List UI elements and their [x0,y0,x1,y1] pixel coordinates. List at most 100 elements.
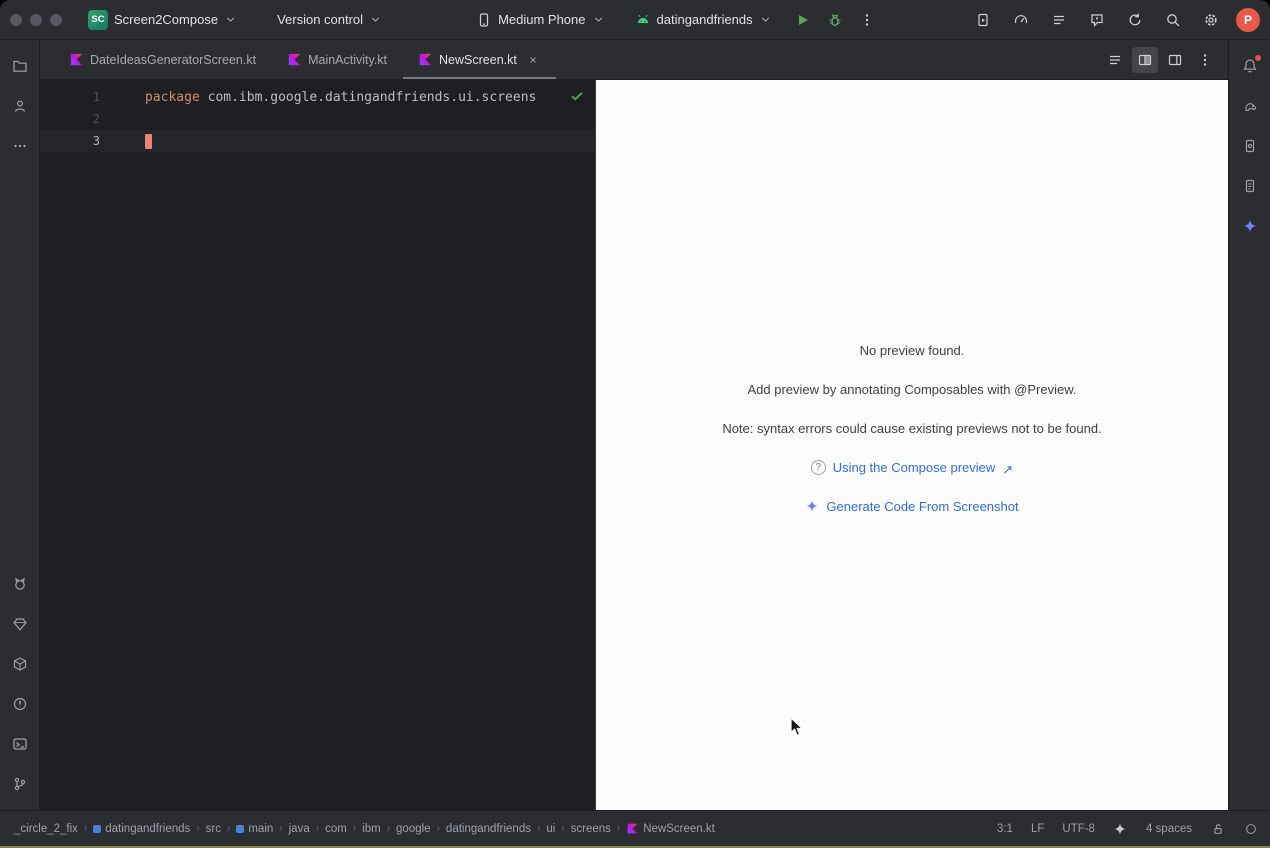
line-number: 1 [40,90,110,104]
app-inspection-tool-button[interactable] [6,610,34,638]
breadcrumb-item[interactable]: datingandfriends [444,821,533,837]
more-run-options-button[interactable] [854,7,880,33]
indent-widget[interactable]: 4 spaces [1146,823,1192,835]
generate-code-row: Generate Code From Screenshot [805,499,1018,514]
split-editor-button[interactable] [1132,47,1158,73]
using-compose-preview-link[interactable]: Using the Compose preview [833,460,996,475]
tabbar-actions [1102,40,1228,79]
editor-layout-button[interactable] [1162,47,1188,73]
notifications-button[interactable] [1236,52,1264,80]
contributors-tool-button[interactable] [6,92,34,120]
window-minimize-button[interactable] [30,14,42,26]
preview-title: No preview found. [860,343,965,358]
search-everywhere-button[interactable] [1160,7,1186,33]
breadcrumb-item[interactable]: src [204,821,223,837]
tab-close-button[interactable] [526,53,540,67]
generate-code-from-screenshot-link[interactable]: Generate Code From Screenshot [826,499,1018,514]
settings-button[interactable] [1198,7,1224,33]
app-inspection-icon [12,616,28,632]
gradle-sync-button[interactable] [1122,7,1148,33]
help-circle-icon: ? [811,460,826,475]
gemini-status-button[interactable] [1113,821,1128,836]
android-studio-window: SC Screen2Compose Version control Medium… [0,0,1270,848]
breadcrumb-item[interactable]: _circle_2_fix [12,821,80,837]
breadcrumb-item[interactable]: java [287,821,312,837]
inspection-check-icon[interactable] [569,88,585,104]
breadcrumb-item[interactable]: ibm [360,821,383,837]
gradle-tool-button[interactable] [1236,92,1264,120]
gradle-sync-icon [1127,12,1143,28]
notifications-bell-icon [1242,58,1258,74]
device-manager-icon [1242,138,1258,154]
breadcrumb-item[interactable]: main [234,821,275,837]
titlebar: SC Screen2Compose Version control Medium… [0,0,1270,40]
tab-dateideasgeneratorscreen[interactable]: DateIdeasGeneratorScreen.kt [54,40,272,79]
run-configuration-selector[interactable]: datingandfriends [627,8,780,32]
breadcrumb-item[interactable]: google [394,821,433,837]
breadcrumb-item-file[interactable]: NewScreen.kt [624,821,717,837]
gradle-icon [1242,98,1258,114]
project-tool-button[interactable] [6,52,34,80]
logcat-cat-icon [12,576,28,592]
code-line-1[interactable]: 1 package com.ibm.google.datingandfriend… [40,86,595,108]
debug-button[interactable] [822,7,848,33]
window-zoom-button[interactable] [50,14,62,26]
caret-position-widget[interactable]: 3:1 [997,823,1013,835]
tab-newscreen[interactable]: NewScreen.kt [403,40,556,79]
build-tool-button[interactable] [6,650,34,678]
device-selector[interactable]: Medium Phone [468,8,612,32]
version-control-tool-button[interactable] [6,770,34,798]
breadcrumb: _circle_2_fix › datingandfriends › src ›… [12,821,717,837]
breadcrumb-item[interactable]: screens [569,821,613,837]
code-line-3[interactable]: 3 [40,130,595,152]
app-quality-insights-button[interactable] [1084,7,1110,33]
compose-preview-panel: No preview found. Add preview by annotat… [596,80,1228,810]
profiler-button[interactable] [1008,7,1034,33]
readonly-toggle[interactable] [1210,821,1225,836]
code-editor[interactable]: 1 package com.ibm.google.datingandfriend… [40,80,596,810]
kebab-menu-icon [859,12,875,28]
contributors-icon [12,98,28,114]
device-explorer-button[interactable] [1236,172,1264,200]
logcat-button[interactable] [1046,7,1072,33]
device-explorer-icon [1242,178,1258,194]
breadcrumb-item[interactable]: datingandfriends [91,821,192,837]
statusbar-widgets: 3:1 LF UTF-8 4 spaces [997,821,1258,836]
code-line-2[interactable]: 2 [40,108,595,130]
breadcrumb-item[interactable]: ui [544,821,557,837]
logcat-tool-button[interactable] [6,570,34,598]
tab-options-button[interactable] [1192,47,1218,73]
terminal-tool-button[interactable] [6,730,34,758]
encoding-widget[interactable]: UTF-8 [1062,823,1095,835]
breadcrumb-item[interactable]: com [323,821,349,837]
window-close-button[interactable] [10,14,22,26]
inspections-widget[interactable] [1243,821,1258,836]
tab-mainactivity[interactable]: MainActivity.kt [272,40,403,79]
device-selector-label: Medium Phone [498,12,585,27]
app-insights-icon [1089,12,1105,28]
project-selector[interactable]: SC Screen2Compose [80,6,245,34]
problems-tool-button[interactable] [6,690,34,718]
project-name: Screen2Compose [114,12,218,27]
editor-list-button[interactable] [1102,47,1128,73]
editor-tabbar: DateIdeasGeneratorScreen.kt MainActivity… [40,40,1228,80]
line-separator-widget[interactable]: LF [1031,823,1044,835]
right-tool-stripe [1228,40,1270,810]
device-phone-icon [476,12,492,28]
device-manager-button[interactable] [1236,132,1264,160]
build-icon [12,656,28,672]
version-control-menu[interactable]: Version control [269,8,390,31]
more-tool-windows-button[interactable] [6,132,34,160]
caret-block [145,134,152,149]
no-preview-message: No preview found. Add preview by annotat… [722,343,1101,514]
editor-column: DateIdeasGeneratorScreen.kt MainActivity… [40,40,1228,810]
running-devices-button[interactable] [970,7,996,33]
split-editor-icon [1137,52,1153,68]
gemini-tool-button[interactable] [1236,212,1264,240]
line-number-active: 3 [40,134,110,148]
terminal-icon [12,736,28,752]
editor-layout-icon [1167,52,1183,68]
close-icon [528,55,538,65]
user-avatar[interactable]: P [1236,8,1260,32]
run-button[interactable] [790,7,816,33]
